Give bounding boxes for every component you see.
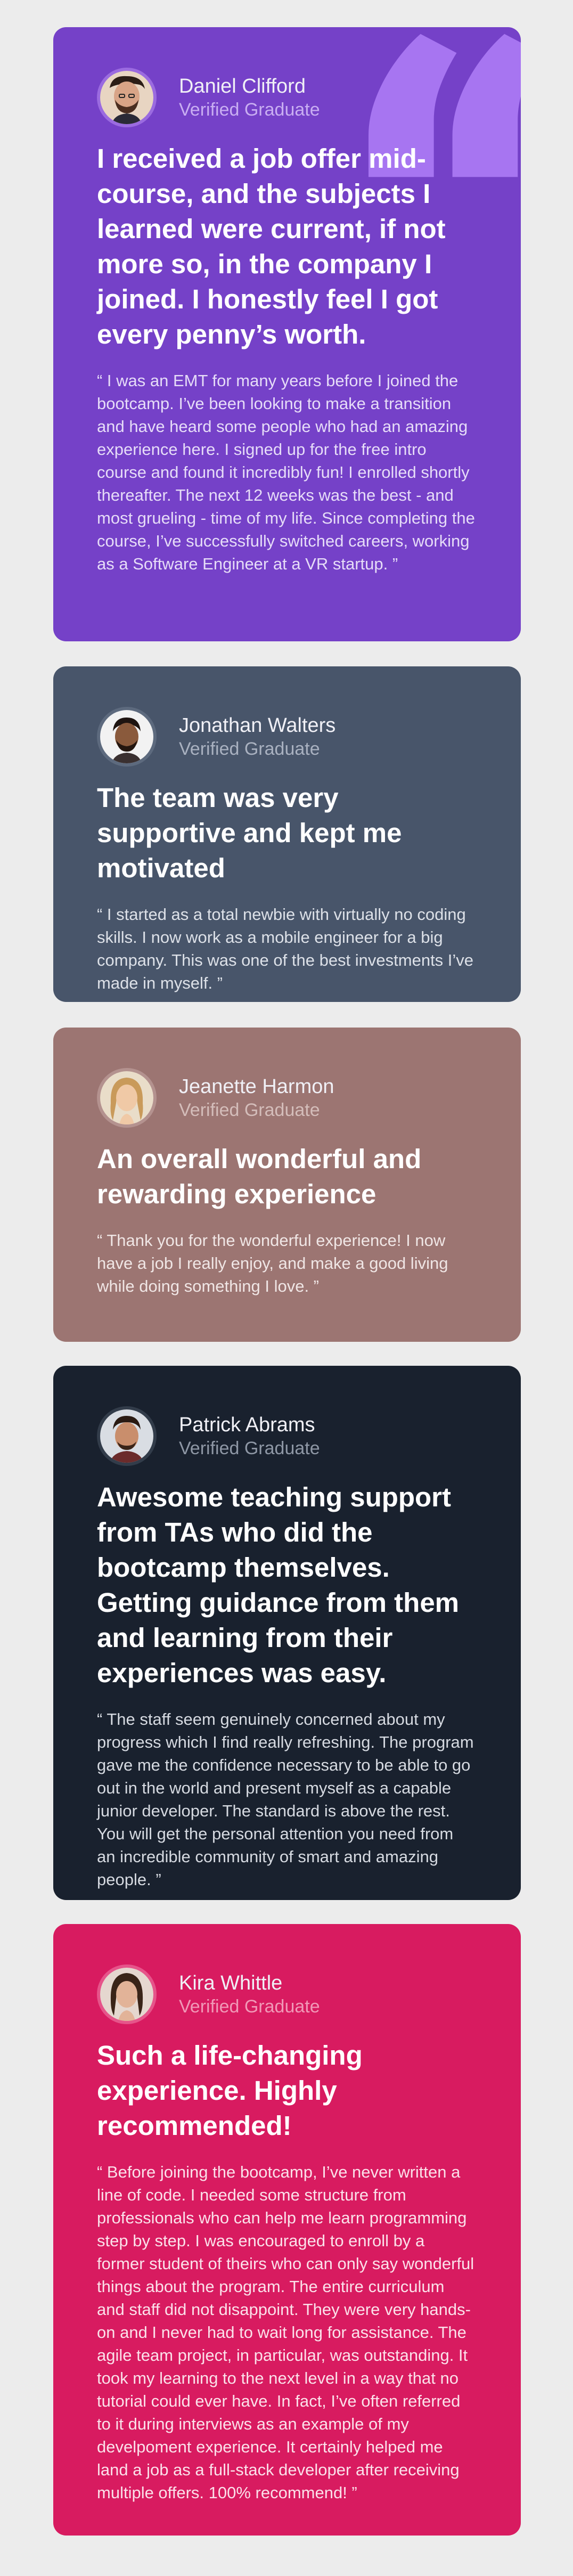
author-role: Verified Graduate xyxy=(179,1100,320,1120)
author-role: Verified Graduate xyxy=(179,1996,320,2017)
author-name: Jeanette Harmon xyxy=(179,1075,334,1098)
testimonial-header: Daniel Clifford Verified Graduate xyxy=(97,68,476,127)
author-name: Daniel Clifford xyxy=(179,75,306,97)
author-role: Verified Graduate xyxy=(179,100,320,120)
author-role: Verified Graduate xyxy=(179,739,320,759)
avatar xyxy=(97,707,157,767)
testimonial-quote: “ The staff seem genuinely concerned abo… xyxy=(97,1710,474,1889)
testimonial-headline: An overall wonderful and rewarding exper… xyxy=(97,1144,422,1209)
testimonial-card: Jonathan Walters Verified Graduate The t… xyxy=(53,666,521,1002)
testimonial-quote: “ I started as a total newbie with virtu… xyxy=(97,905,474,992)
testimonial-card: Patrick Abrams Verified Graduate Awesome… xyxy=(53,1366,521,1900)
author-name: Kira Whittle xyxy=(179,1972,283,1994)
author-meta: Jonathan Walters Verified Graduate xyxy=(179,713,335,760)
testimonial-quote: “ Thank you for the wonderful experience… xyxy=(97,1231,448,1295)
testimonial-headline: Awesome teaching support from TAs who di… xyxy=(97,1482,460,1688)
author-name: Jonathan Walters xyxy=(179,714,336,737)
testimonial-header: Jeanette Harmon Verified Graduate xyxy=(97,1068,476,1128)
author-name: Patrick Abrams xyxy=(179,1414,315,1436)
author-meta: Kira Whittle Verified Graduate xyxy=(179,1971,320,2018)
avatar xyxy=(97,1406,157,1466)
testimonial-card: Jeanette Harmon Verified Graduate An ove… xyxy=(53,1028,521,1342)
testimonial-card: Daniel Clifford Verified Graduate I rece… xyxy=(53,27,521,641)
testimonial-header: Jonathan Walters Verified Graduate xyxy=(97,707,476,767)
author-role: Verified Graduate xyxy=(179,1438,320,1458)
testimonial-header: Patrick Abrams Verified Graduate xyxy=(97,1406,476,1466)
testimonial-header: Kira Whittle Verified Graduate xyxy=(97,1964,476,2024)
testimonial-quote: “ Before joining the bootcamp, I’ve neve… xyxy=(97,2163,474,2502)
avatar xyxy=(97,68,157,127)
author-meta: Jeanette Harmon Verified Graduate xyxy=(179,1074,334,1121)
author-meta: Patrick Abrams Verified Graduate xyxy=(179,1413,320,1460)
testimonial-quote: “ I was an EMT for many years before I j… xyxy=(97,371,475,573)
testimonial-headline: The team was very supportive and kept me… xyxy=(97,782,402,883)
testimonial-headline: Such a life-changing experience. Highly … xyxy=(97,2040,363,2141)
avatar xyxy=(97,1964,157,2024)
testimonials-page: Daniel Clifford Verified Graduate I rece… xyxy=(0,0,573,2576)
testimonial-card: Kira Whittle Verified Graduate Such a li… xyxy=(53,1924,521,2536)
avatar xyxy=(97,1068,157,1128)
author-meta: Daniel Clifford Verified Graduate xyxy=(179,74,320,121)
testimonial-headline: I received a job offer mid-course, and t… xyxy=(97,143,446,349)
